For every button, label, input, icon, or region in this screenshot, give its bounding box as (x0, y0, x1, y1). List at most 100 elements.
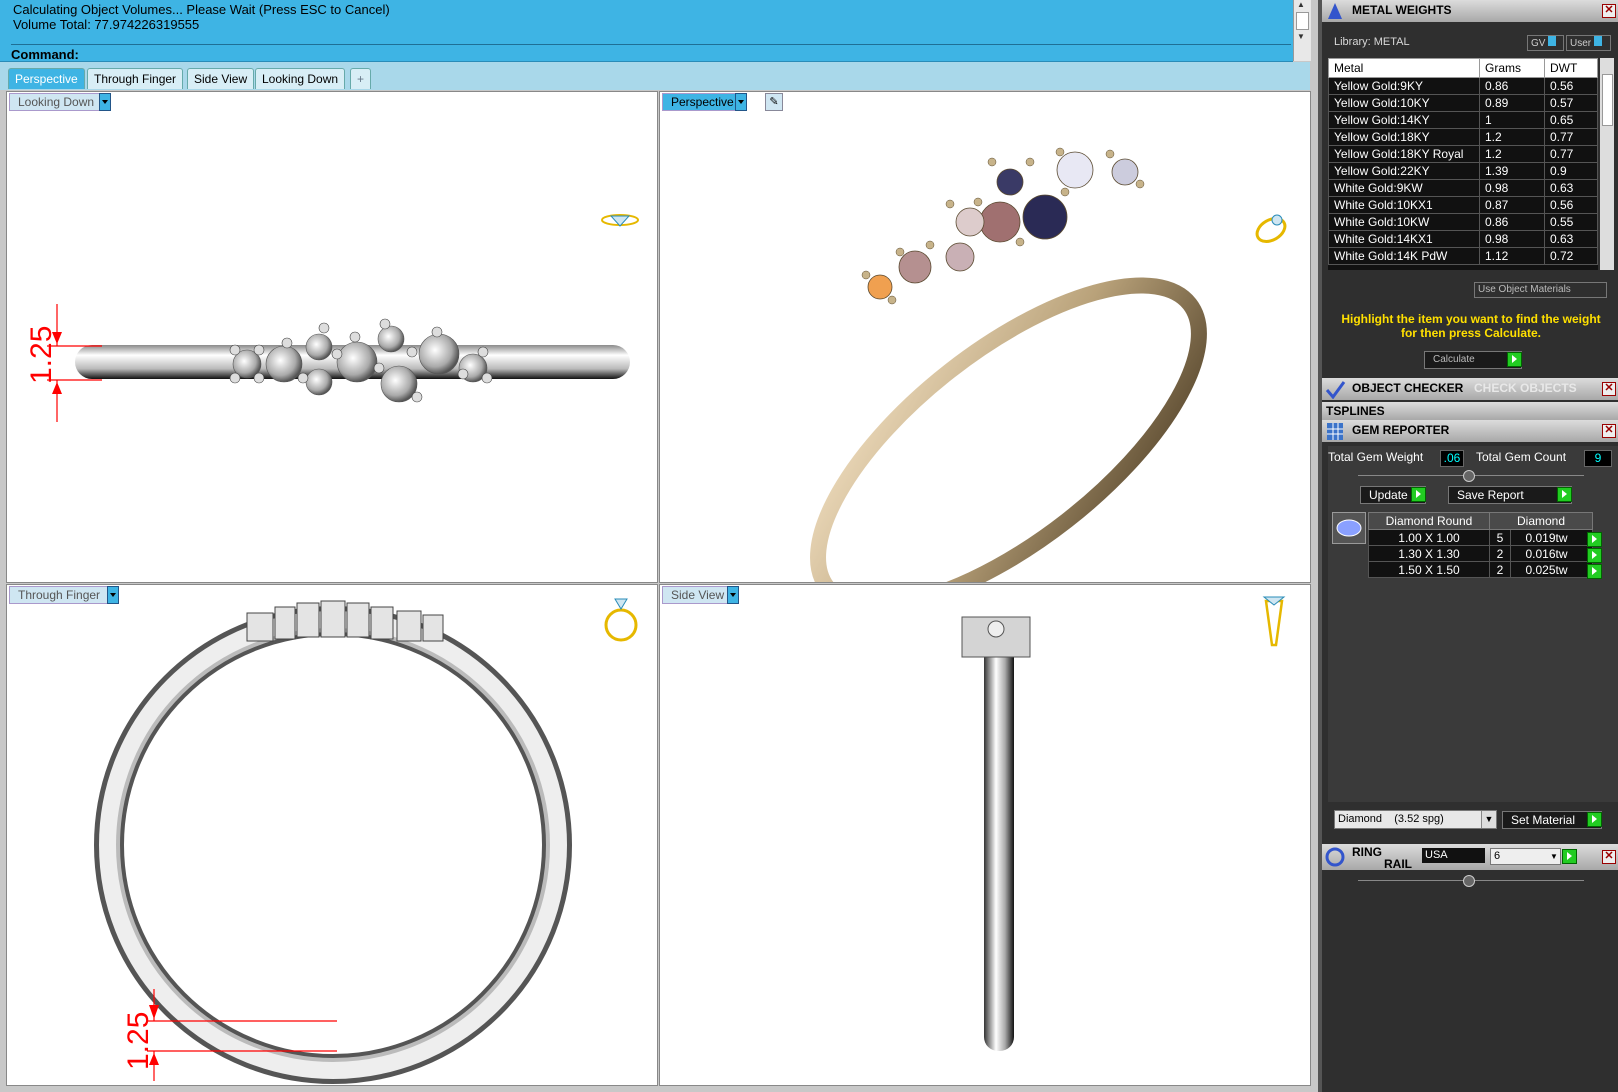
close-icon[interactable]: ✕ (1602, 382, 1616, 396)
table-row[interactable]: White Gold:14KX1 0.98 0.63 (1328, 230, 1598, 248)
column-header-shape: Diamond Round (1368, 512, 1490, 530)
ring-rail-header[interactable]: RING RAIL USA 6 ▼ ✕ (1322, 844, 1618, 871)
gem-count-cell: 5 (1488, 529, 1512, 546)
table-row[interactable]: White Gold:10KX1 0.87 0.56 (1328, 196, 1598, 214)
gv-toggle[interactable]: GV (1527, 35, 1564, 51)
grams-cell: 0.86 (1479, 77, 1545, 95)
gem-weight-cell: 0.025tw (1510, 561, 1602, 579)
ring-front-view: 1.25 (94, 598, 638, 1084)
command-history-line: Calculating Object Volumes... Please Wai… (13, 2, 390, 17)
command-scrollbar[interactable]: ▲ ▼ (1293, 0, 1311, 61)
table-row[interactable]: 1.50 X 1.50 2 0.025tw (1368, 561, 1602, 579)
check-objects-button[interactable]: CHECK OBJECTS (1474, 381, 1577, 395)
diamond-view-icon[interactable] (601, 214, 639, 227)
dwt-cell: 0.57 (1543, 94, 1598, 112)
dimension-label: 1.25 (122, 1012, 155, 1070)
gem-report-table[interactable]: Diamond Round Diamond 1.00 X 1.00 5 0.019t… (1368, 512, 1602, 579)
close-icon[interactable]: ✕ (1602, 424, 1616, 438)
checkmark-icon (1325, 381, 1346, 399)
table-row[interactable]: 1.30 X 1.30 2 0.016tw (1368, 545, 1602, 563)
pencil-side-icon[interactable] (1262, 596, 1286, 647)
dwt-cell: 0.9 (1543, 162, 1598, 180)
table-row[interactable]: Yellow Gold:18KY 1.2 0.77 (1328, 128, 1598, 146)
gem-row-select-button[interactable] (1586, 563, 1602, 579)
object-checker-header[interactable]: OBJECT CHECKER CHECK OBJECTS ✕ (1322, 378, 1618, 400)
metal-table-scrollbar[interactable] (1600, 58, 1614, 270)
gem-row-select-button[interactable] (1586, 531, 1602, 547)
apply-ring-size-button[interactable] (1562, 849, 1577, 864)
grams-cell: 0.87 (1479, 196, 1545, 214)
viewport-perspective[interactable]: Perspective ✎ (659, 91, 1311, 583)
command-prompt[interactable]: Command: (11, 44, 1291, 62)
ring-rail-slider-thumb[interactable] (1463, 875, 1475, 887)
grams-cell: 1.12 (1479, 247, 1545, 265)
tsplines-header[interactable]: TSPLINES (1322, 402, 1618, 420)
viewport-through-finger[interactable]: Through Finger 1.25 (6, 584, 658, 1086)
metal-name-cell: Yellow Gold:18KY (1328, 128, 1480, 146)
table-row[interactable]: Yellow Gold:22KY 1.39 0.9 (1328, 162, 1598, 180)
table-row[interactable]: Yellow Gold:14KY 1 0.65 (1328, 111, 1598, 129)
save-report-label: Save Report (1457, 488, 1524, 502)
panel-title: OBJECT CHECKER (1352, 381, 1464, 395)
metal-weights-table[interactable]: Metal Grams DWT Yellow Gold:9KY 0.86 0.56 Y… (1328, 58, 1598, 270)
ring-size-country[interactable]: USA (1422, 848, 1485, 863)
dwt-cell: 0.55 (1543, 213, 1598, 231)
metal-weights-header[interactable]: METAL WEIGHTS ✕ (1322, 0, 1618, 22)
table-row[interactable]: 1.00 X 1.00 5 0.019tw (1368, 529, 1602, 547)
tab-looking-down[interactable]: Looking Down (255, 68, 346, 89)
metal-weights-icon (1328, 3, 1342, 19)
scroll-down-icon[interactable]: ▼ (1297, 32, 1305, 41)
viewport-side-view[interactable]: Side View (659, 584, 1311, 1086)
ring-front-icon[interactable] (604, 598, 638, 642)
table-row[interactable]: Yellow Gold:9KY 0.86 0.56 (1328, 77, 1598, 95)
save-report-button[interactable]: Save Report (1448, 486, 1572, 504)
close-icon[interactable]: ✕ (1602, 4, 1616, 18)
tab-perspective[interactable]: Perspective (8, 68, 85, 89)
diamond-shape-icon[interactable] (1332, 512, 1366, 544)
column-header-dwt[interactable]: DWT (1543, 58, 1598, 78)
table-row[interactable]: Yellow Gold:10KY 0.89 0.57 (1328, 94, 1598, 112)
column-header-grams[interactable]: Grams (1479, 58, 1545, 78)
command-area[interactable]: Calculating Object Volumes... Please Wai… (0, 0, 1293, 62)
ring-perspective-icon[interactable] (1253, 214, 1289, 246)
set-material-button[interactable]: Set Material (1502, 811, 1602, 829)
metal-name-cell: Yellow Gold:14KY (1328, 111, 1480, 129)
gem-count-cell: 2 (1488, 561, 1512, 578)
grams-cell: 1 (1479, 111, 1545, 129)
material-select[interactable]: Diamond (3.52 spg) ▼ (1334, 810, 1497, 829)
scrollbar-thumb[interactable] (1296, 12, 1309, 30)
update-button[interactable]: Update (1360, 486, 1426, 504)
grams-cell: 1.39 (1479, 162, 1545, 180)
table-row[interactable]: White Gold:14K PdW 1.12 0.72 (1328, 247, 1598, 265)
gem-size-cell: 1.50 X 1.50 (1368, 561, 1490, 578)
tab-through-finger[interactable]: Through Finger (87, 68, 184, 89)
dwt-cell: 0.56 (1543, 77, 1598, 95)
table-row[interactable]: White Gold:10KW 0.86 0.55 (1328, 213, 1598, 231)
tab-side-view[interactable]: Side View (187, 68, 255, 89)
chevron-down-icon[interactable]: ▼ (1481, 811, 1496, 828)
chevron-down-icon[interactable]: ▼ (1548, 849, 1560, 864)
ring-size-value: 6 (1494, 850, 1501, 862)
gem-weight-cell: 0.016tw (1510, 545, 1602, 563)
ring-size-select[interactable]: 6 ▼ (1490, 848, 1561, 865)
user-toggle[interactable]: User (1566, 35, 1611, 51)
grams-cell: 1.2 (1479, 128, 1545, 146)
gem-weight-cell: 0.019tw (1510, 529, 1602, 547)
gv-label: GV (1531, 38, 1546, 49)
viewport-looking-down[interactable]: Looking Down 1.25 (6, 91, 658, 583)
gem-reporter-header[interactable]: GEM REPORTER ✕ (1322, 420, 1618, 442)
table-row[interactable]: Yellow Gold:18KY Royal 1.2 0.77 (1328, 145, 1598, 163)
use-object-materials-toggle[interactable]: Use Object Materials (1474, 282, 1607, 298)
slider-thumb[interactable] (1463, 470, 1475, 482)
calculate-button[interactable]: Calculate (1424, 351, 1522, 369)
panel-title: TSPLINES (1326, 404, 1385, 418)
ring-rail-icon (1325, 847, 1345, 867)
column-header-material: Diamond (1489, 512, 1593, 530)
dwt-cell: 0.72 (1543, 247, 1598, 265)
gem-row-select-button[interactable] (1586, 547, 1602, 563)
add-tab-button[interactable]: + (350, 68, 372, 89)
column-header-metal[interactable]: Metal (1328, 58, 1480, 78)
close-icon[interactable]: ✕ (1602, 850, 1616, 864)
scroll-up-icon[interactable]: ▲ (1297, 0, 1305, 9)
table-row[interactable]: White Gold:9KW 0.98 0.63 (1328, 179, 1598, 197)
